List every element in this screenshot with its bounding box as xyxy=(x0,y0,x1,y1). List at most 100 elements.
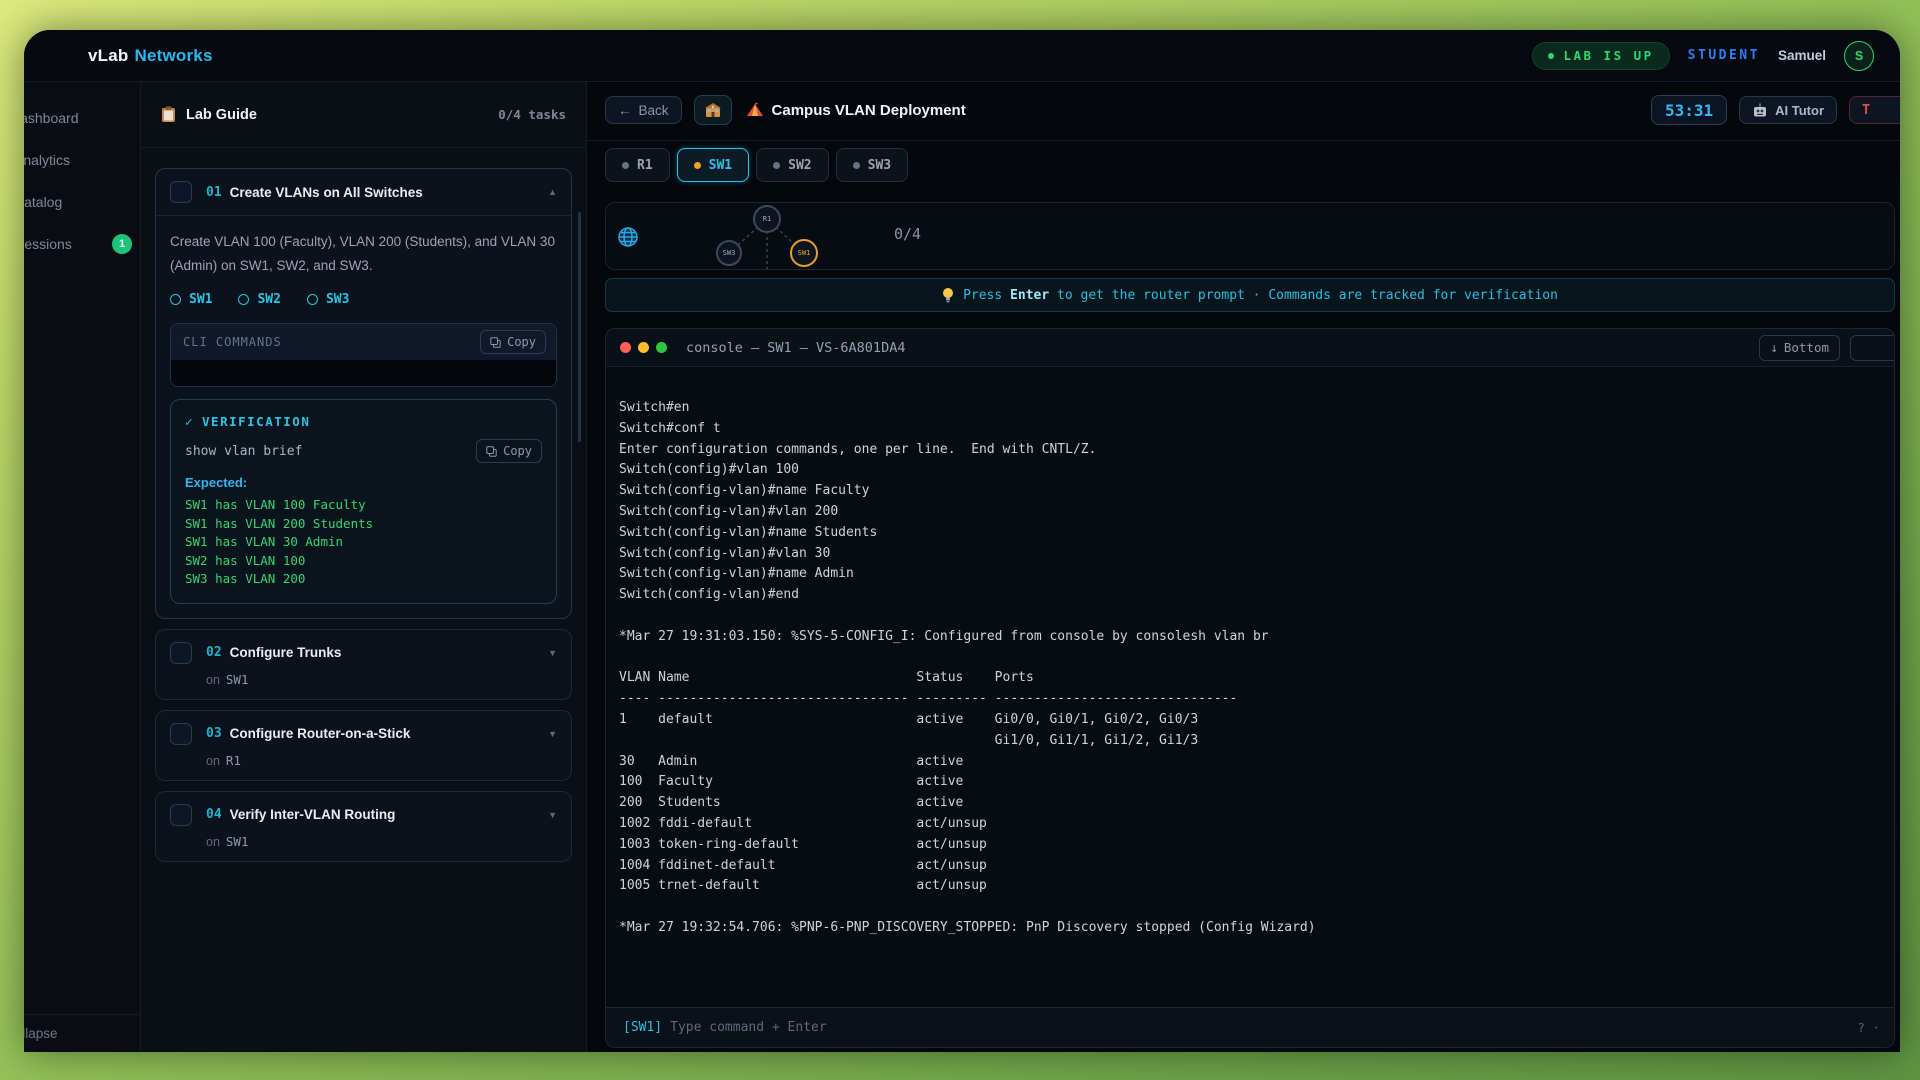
task-03-checkbox[interactable] xyxy=(170,723,192,745)
task-target-device: onSW1 xyxy=(156,672,571,699)
task-card-01: 01 Create VLANs on All Switches ▲ Create… xyxy=(155,168,572,619)
task-number: 03 xyxy=(206,726,222,741)
task-01-checkbox[interactable] xyxy=(170,181,192,203)
top-navbar: vLabNetworks LAB IS UP STUDENT Samuel S xyxy=(24,30,1900,82)
expand-caret-icon[interactable]: ▼ xyxy=(548,810,557,820)
globe-icon[interactable] xyxy=(617,226,639,253)
header-divider xyxy=(587,140,1900,141)
sidebar-item-dashboard[interactable]: Dashboard xyxy=(24,97,140,139)
topology-node-r1[interactable]: R1 xyxy=(753,205,781,233)
topology-progress: 0/4 xyxy=(894,225,921,243)
task-list: 01 Create VLANs on All Switches ▲ Create… xyxy=(141,148,586,862)
nav-sidebar: Dashboard Analytics Catalog Sessions 1 C… xyxy=(24,82,141,1052)
terminate-button[interactable]: T xyxy=(1849,96,1900,124)
task-target-device: onR1 xyxy=(156,753,571,780)
task-card-04: 04 Verify Inter-VLAN Routing ▼ onSW1 xyxy=(155,791,572,862)
main-header: ← Back Campus VLAN Deployment 53:31 AI T… xyxy=(605,95,1900,125)
window-minimize-icon[interactable] xyxy=(638,342,649,353)
sidebar-item-sessions[interactable]: Sessions 1 xyxy=(24,223,140,265)
sidebar-item-analytics[interactable]: Analytics xyxy=(24,139,140,181)
back-button[interactable]: ← Back xyxy=(605,96,682,124)
device-tabs: R1 SW1 SW2 SW3 xyxy=(605,148,908,182)
expected-line: SW1 has VLAN 100 Faculty xyxy=(185,496,542,515)
app-window: vLabNetworks LAB IS UP STUDENT Samuel S … xyxy=(24,30,1900,1052)
window-close-icon[interactable] xyxy=(620,342,631,353)
tab-r1[interactable]: R1 xyxy=(605,148,670,182)
ai-tutor-button[interactable]: AI Tutor xyxy=(1739,96,1837,124)
task-card-03: 03 Configure Router-on-a-Stick ▼ onR1 xyxy=(155,710,572,781)
lab-guide-panel: Lab Guide 0/4 tasks 01 Create VLANs on A… xyxy=(141,82,587,1052)
collapse-caret-icon[interactable]: ▲ xyxy=(548,187,557,197)
task-title: Configure Trunks xyxy=(230,645,342,660)
copy-verification-button[interactable]: Copy xyxy=(476,439,542,463)
sidebar-item-catalog[interactable]: Catalog xyxy=(24,181,140,223)
task-03-header[interactable]: 03 Configure Router-on-a-Stick ▼ xyxy=(156,711,571,757)
console-header: console — SW1 — VS-6A801DA4 ↓ Bottom xyxy=(606,329,1894,367)
task-01-header[interactable]: 01 Create VLANs on All Switches ▲ xyxy=(156,169,571,216)
countdown-timer: 53:31 xyxy=(1651,95,1727,125)
tab-sw3[interactable]: SW3 xyxy=(836,148,908,182)
console-panel: console — SW1 — VS-6A801DA4 ↓ Bottom Swi… xyxy=(605,328,1895,1048)
lab-title: Campus VLAN Deployment xyxy=(746,102,966,119)
topology-node-sw3[interactable]: SW3 xyxy=(716,240,742,266)
task-title: Create VLANs on All Switches xyxy=(230,185,423,200)
home-button[interactable] xyxy=(694,95,732,125)
avatar-initial: S xyxy=(1855,49,1863,63)
topology-strip: R1 SW3 SW1 0/4 xyxy=(605,202,1895,270)
lab-status-label: LAB IS UP xyxy=(1563,48,1653,63)
verification-command-row: show vlan brief Copy xyxy=(185,439,542,463)
task-02-checkbox[interactable] xyxy=(170,642,192,664)
device-chip-sw3[interactable]: SW3 xyxy=(307,292,349,307)
hint-key: Enter xyxy=(1010,288,1049,303)
window-maximize-icon[interactable] xyxy=(656,342,667,353)
navbar-right: LAB IS UP STUDENT Samuel S xyxy=(1532,41,1874,71)
console-output-area[interactable]: Switch#en Switch#conf t Enter configurat… xyxy=(606,367,1894,1007)
expand-caret-icon[interactable]: ▼ xyxy=(548,648,557,658)
topology-node-sw1[interactable]: SW1 xyxy=(790,239,818,267)
task-number: 04 xyxy=(206,807,222,822)
device-chip-sw2[interactable]: SW2 xyxy=(238,292,280,307)
tab-sw2[interactable]: SW2 xyxy=(756,148,828,182)
verification-command: show vlan brief xyxy=(185,444,302,459)
expand-caret-icon[interactable]: ▼ xyxy=(548,729,557,739)
scrollbar-thumb[interactable] xyxy=(578,212,581,442)
expected-line: SW1 has VLAN 200 Students xyxy=(185,515,542,534)
device-status-ring-icon xyxy=(170,294,181,305)
brand-right: Networks xyxy=(134,46,212,65)
hint-text: Press Enter to get the router prompt · C… xyxy=(963,288,1558,303)
console-input-bar: [SW1] Type command + Enter ? · xyxy=(606,1007,1894,1047)
task-number: 02 xyxy=(206,645,222,660)
task-01-body: Create VLAN 100 (Faculty), VLAN 200 (Stu… xyxy=(156,216,571,618)
expected-lines: SW1 has VLAN 100 Faculty SW1 has VLAN 20… xyxy=(185,496,542,589)
verification-box: ✓ VERIFICATION show vlan brief Copy Expe… xyxy=(170,399,557,604)
brand-logo[interactable]: vLabNetworks xyxy=(88,46,213,66)
device-status-ring-icon xyxy=(238,294,249,305)
cli-commands-header: CLI COMMANDS Copy xyxy=(171,324,556,360)
task-02-header[interactable]: 02 Configure Trunks ▼ xyxy=(156,630,571,676)
console-header-extra-button[interactable] xyxy=(1850,335,1895,361)
school-icon xyxy=(704,102,722,118)
tab-sw1[interactable]: SW1 xyxy=(677,148,749,182)
console-input-placeholder[interactable]: Type command + Enter xyxy=(670,1020,827,1035)
expected-line: SW1 has VLAN 30 Admin xyxy=(185,533,542,552)
device-status-dot-icon xyxy=(622,162,629,169)
robot-icon xyxy=(1752,103,1768,118)
task-04-checkbox[interactable] xyxy=(170,804,192,826)
clipboard-icon xyxy=(161,106,176,123)
sessions-count-badge: 1 xyxy=(112,234,132,254)
task-04-header[interactable]: 04 Verify Inter-VLAN Routing ▼ xyxy=(156,792,571,838)
device-chip-sw1[interactable]: SW1 xyxy=(170,292,212,307)
task-description: Create VLAN 100 (Faculty), VLAN 200 (Stu… xyxy=(170,230,557,278)
device-status-dot-icon xyxy=(694,162,701,169)
scroll-to-bottom-button[interactable]: ↓ Bottom xyxy=(1759,335,1840,361)
expected-line: SW3 has VLAN 200 xyxy=(185,570,542,589)
copy-cli-button[interactable]: Copy xyxy=(480,330,546,354)
avatar[interactable]: S xyxy=(1844,41,1874,71)
tent-icon xyxy=(746,102,764,118)
arrow-down-icon: ↓ xyxy=(1770,340,1778,355)
task-title: Verify Inter-VLAN Routing xyxy=(230,807,396,822)
sidebar-collapse-button[interactable]: Collapse xyxy=(24,1014,140,1052)
lab-guide-header: Lab Guide 0/4 tasks xyxy=(141,82,586,148)
sidebar-list: Dashboard Analytics Catalog Sessions 1 xyxy=(24,82,140,265)
cli-commands-code[interactable] xyxy=(171,360,556,386)
